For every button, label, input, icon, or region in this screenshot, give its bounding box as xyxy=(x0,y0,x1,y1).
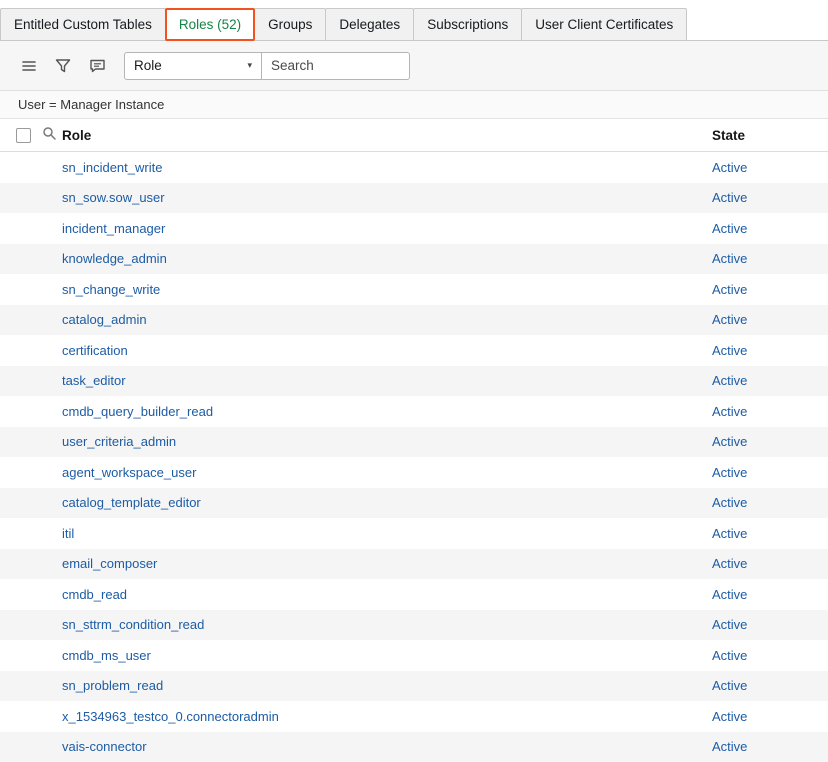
role-link[interactable]: sn_change_write xyxy=(62,282,160,297)
state-link[interactable]: Active xyxy=(712,556,747,571)
search-input[interactable] xyxy=(262,52,410,80)
comment-icon xyxy=(89,58,106,74)
role-link[interactable]: agent_workspace_user xyxy=(62,465,196,480)
table-row: knowledge_admin Active xyxy=(0,244,828,275)
role-link[interactable]: sn_sow.sow_user xyxy=(62,190,165,205)
table-row: catalog_template_editor Active xyxy=(0,488,828,519)
state-link[interactable]: Active xyxy=(712,495,747,510)
role-link[interactable]: catalog_admin xyxy=(62,312,147,327)
role-link[interactable]: sn_incident_write xyxy=(62,160,162,175)
state-link[interactable]: Active xyxy=(712,373,747,388)
table-row: agent_workspace_user Active xyxy=(0,457,828,488)
state-link[interactable]: Active xyxy=(712,465,747,480)
table-row: user_criteria_admin Active xyxy=(0,427,828,458)
header-gutter xyxy=(0,126,62,144)
search-column-select[interactable]: Role ▾ xyxy=(124,52,262,80)
breadcrumb[interactable]: User = Manager Instance xyxy=(18,97,164,112)
state-link[interactable]: Active xyxy=(712,190,747,205)
state-link[interactable]: Active xyxy=(712,221,747,236)
state-link[interactable]: Active xyxy=(712,404,747,419)
role-link[interactable]: sn_problem_read xyxy=(62,678,163,693)
state-link[interactable]: Active xyxy=(712,434,747,449)
search-row-icon[interactable] xyxy=(42,126,57,144)
table-row: incident_manager Active xyxy=(0,213,828,244)
role-link[interactable]: vais-connector xyxy=(62,739,147,754)
role-link[interactable]: task_editor xyxy=(62,373,126,388)
tab-entitled-custom-tables[interactable]: Entitled Custom Tables xyxy=(0,8,166,40)
table-row: cmdb_ms_user Active xyxy=(0,640,828,671)
state-link[interactable]: Active xyxy=(712,617,747,632)
state-link[interactable]: Active xyxy=(712,526,747,541)
column-header-state[interactable]: State xyxy=(712,128,828,143)
list-menu-button[interactable] xyxy=(14,51,44,81)
table-row: cmdb_query_builder_read Active xyxy=(0,396,828,427)
table-row: catalog_admin Active xyxy=(0,305,828,336)
table-row: sn_problem_read Active xyxy=(0,671,828,702)
state-link[interactable]: Active xyxy=(712,343,747,358)
state-link[interactable]: Active xyxy=(712,709,747,724)
table-body: sn_incident_write Active sn_sow.sow_user Ac… xyxy=(0,152,828,762)
select-all-checkbox[interactable] xyxy=(16,128,31,143)
role-link[interactable]: cmdb_read xyxy=(62,587,127,602)
role-link[interactable]: cmdb_query_builder_read xyxy=(62,404,213,419)
menu-icon xyxy=(21,58,37,74)
table-row: sn_sttrm_condition_read Active xyxy=(0,610,828,641)
chevron-down-icon: ▾ xyxy=(247,60,252,71)
table-row: task_editor Active xyxy=(0,366,828,397)
tab-user-client-certificates[interactable]: User Client Certificates xyxy=(521,8,687,40)
column-header-role[interactable]: Role xyxy=(62,128,712,143)
state-link[interactable]: Active xyxy=(712,251,747,266)
role-link[interactable]: incident_manager xyxy=(62,221,165,236)
table-row: cmdb_read Active xyxy=(0,579,828,610)
state-link[interactable]: Active xyxy=(712,160,747,175)
role-link[interactable]: email_composer xyxy=(62,556,157,571)
filter-button[interactable] xyxy=(48,51,78,81)
list-toolbar: Role ▾ xyxy=(0,41,828,91)
role-link[interactable]: user_criteria_admin xyxy=(62,434,176,449)
filter-icon xyxy=(55,58,71,74)
role-link[interactable]: knowledge_admin xyxy=(62,251,167,266)
role-link[interactable]: sn_sttrm_condition_read xyxy=(62,617,204,632)
state-link[interactable]: Active xyxy=(712,282,747,297)
tab-roles[interactable]: Roles (52) xyxy=(165,8,255,41)
state-link[interactable]: Active xyxy=(712,648,747,663)
state-link[interactable]: Active xyxy=(712,587,747,602)
table-row: sn_sow.sow_user Active xyxy=(0,183,828,214)
role-link[interactable]: cmdb_ms_user xyxy=(62,648,151,663)
comment-button[interactable] xyxy=(82,51,112,81)
role-link[interactable]: x_1534963_testco_0.connectoradmin xyxy=(62,709,279,724)
table-row: itil Active xyxy=(0,518,828,549)
breadcrumb-bar: User = Manager Instance xyxy=(0,91,828,119)
table-row: sn_incident_write Active xyxy=(0,152,828,183)
state-link[interactable]: Active xyxy=(712,739,747,754)
tab-delegates[interactable]: Delegates xyxy=(325,8,414,40)
tab-groups[interactable]: Groups xyxy=(254,8,326,40)
role-link[interactable]: certification xyxy=(62,343,128,358)
state-link[interactable]: Active xyxy=(712,678,747,693)
tab-bar: Entitled Custom Tables Roles (52) Groups… xyxy=(0,0,828,41)
search-column-value: Role xyxy=(134,58,162,73)
role-link[interactable]: catalog_template_editor xyxy=(62,495,201,510)
table-row: sn_change_write Active xyxy=(0,274,828,305)
table-row: email_composer Active xyxy=(0,549,828,580)
table-row: x_1534963_testco_0.connectoradmin Active xyxy=(0,701,828,732)
tab-subscriptions[interactable]: Subscriptions xyxy=(413,8,522,40)
role-link[interactable]: itil xyxy=(62,526,74,541)
table-row: vais-connector Active xyxy=(0,732,828,762)
table-row: certification Active xyxy=(0,335,828,366)
table-header-row: Role State xyxy=(0,119,828,152)
state-link[interactable]: Active xyxy=(712,312,747,327)
